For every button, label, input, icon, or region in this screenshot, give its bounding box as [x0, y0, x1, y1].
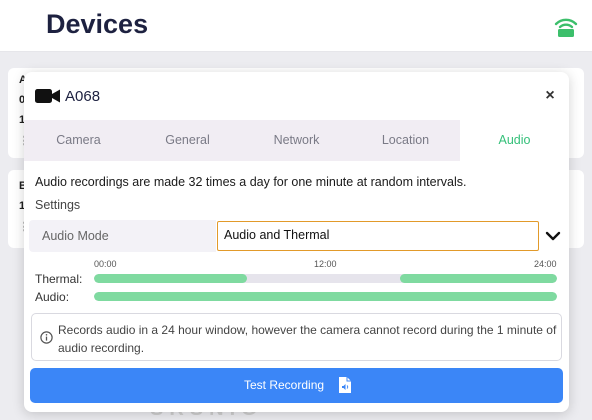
camera-icon — [35, 89, 60, 103]
tab-location[interactable]: Location — [351, 120, 460, 161]
page-title: Devices — [46, 9, 149, 39]
thermal-label: Thermal: — [35, 272, 83, 286]
timeline-segment — [399, 274, 557, 283]
timeline-tick-start: 00:00 — [94, 259, 117, 269]
thermal-timeline — [94, 274, 557, 283]
tab-general[interactable]: General — [133, 120, 242, 161]
tab-bar: Camera General Network Location Audio — [24, 120, 569, 161]
tab-network[interactable]: Network — [242, 120, 351, 161]
timeline-segment — [94, 292, 557, 301]
audio-timeline — [94, 292, 557, 301]
audio-label: Audio: — [35, 290, 70, 304]
tab-audio[interactable]: Audio — [460, 120, 569, 161]
signal-icon[interactable] — [553, 16, 579, 38]
settings-heading: Settings — [35, 198, 81, 212]
audio-mode-label: Audio Mode — [29, 220, 216, 252]
test-recording-label: Test Recording — [244, 378, 325, 392]
audio-mode-select[interactable]: Audio and Thermal — [217, 221, 539, 251]
device-name: A068 — [65, 88, 101, 105]
audio-mode-row: Audio Mode Audio and Thermal — [29, 220, 564, 252]
modal-header: A068 × — [24, 72, 569, 120]
audio-file-icon — [339, 377, 351, 393]
chevron-down-icon[interactable] — [544, 227, 562, 245]
timeline-tick-end: 24:00 — [534, 259, 557, 269]
test-recording-button[interactable]: Test Recording — [30, 368, 563, 403]
device-settings-modal: A068 × Camera General Network Location A… — [24, 72, 569, 412]
timeline-tick-mid: 12:00 — [314, 259, 337, 269]
audio-description: Audio recordings are made 32 times a day… — [35, 175, 467, 189]
tab-camera[interactable]: Camera — [24, 120, 133, 161]
info-text: Records audio in a 24 hour window, howev… — [58, 323, 557, 355]
app-header: Devices — [0, 0, 592, 52]
timeline-segment — [94, 274, 247, 283]
close-icon[interactable]: × — [540, 86, 560, 106]
info-box: Records audio in a 24 hour window, howev… — [31, 313, 562, 361]
info-icon — [40, 331, 53, 344]
